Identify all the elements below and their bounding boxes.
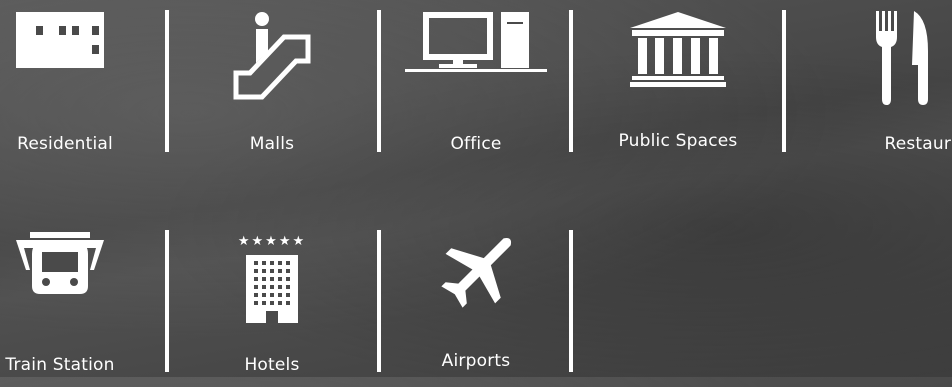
train-icon (0, 228, 160, 300)
category-hotels[interactable]: ★★★★★ Hotels (172, 222, 372, 387)
category-malls[interactable]: Malls (172, 0, 372, 165)
fork-knife-icon (802, 10, 952, 106)
category-airports[interactable]: Airports (376, 222, 576, 387)
columns-building-icon (578, 8, 778, 90)
category-restaurant[interactable]: Restaurant (802, 0, 952, 165)
desktop-computer-icon (376, 6, 576, 76)
category-label: Restaurant (884, 134, 952, 154)
hotel-icon: ★★★★★ (172, 228, 372, 328)
category-residential[interactable]: Residential (0, 0, 160, 165)
escalator-icon (172, 8, 372, 103)
divider (165, 230, 169, 372)
star-rating: ★★★★★ (237, 233, 307, 249)
category-train-station[interactable]: Train Station (0, 222, 160, 387)
airplane-icon (376, 228, 576, 318)
category-label: Public Spaces (618, 131, 738, 151)
category-label: Airports (441, 351, 511, 371)
category-public-spaces[interactable]: Public Spaces (578, 0, 778, 165)
divider (165, 10, 169, 152)
category-office[interactable]: Office (376, 0, 576, 165)
building-icon (0, 10, 160, 70)
